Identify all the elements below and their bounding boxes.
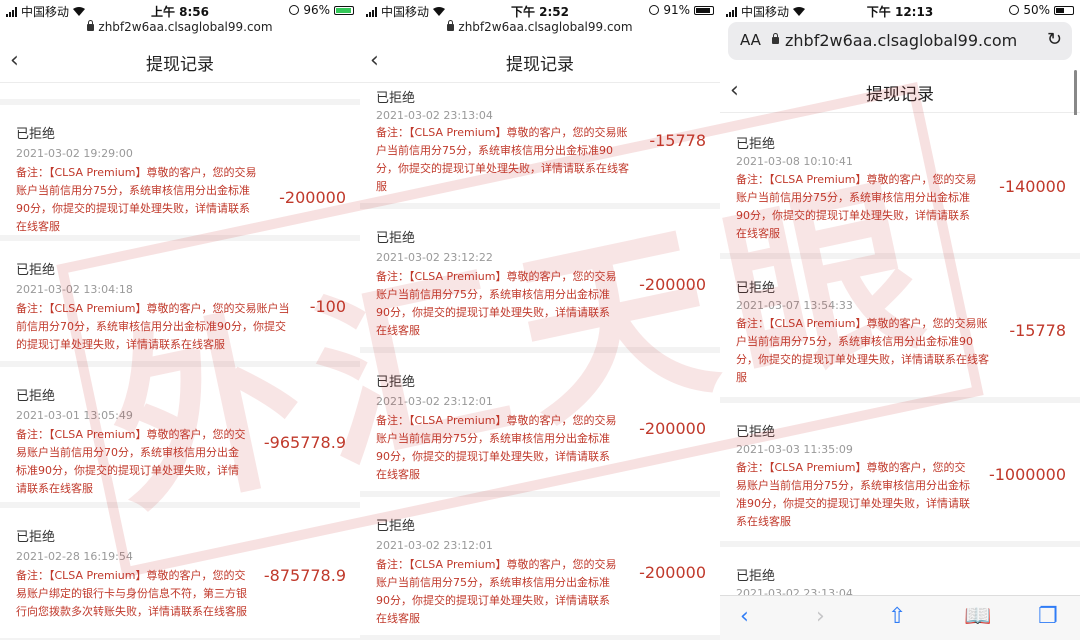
list-item[interactable]: 已拒绝 2021-03-02 23:12:01 备注：【CLSA Premium… (360, 353, 720, 497)
record-status: 已拒绝 (376, 519, 416, 534)
page-title: 提现记录 (506, 55, 574, 75)
record-status: 已拒绝 (16, 263, 56, 278)
forward-arrow-icon[interactable]: › (816, 604, 825, 629)
page-title: 提现记录 (146, 55, 214, 75)
screenshot-panel-2: 中国移动 下午 2:52 91% zhbf2w6aa.clsaglobal99.… (360, 0, 720, 640)
battery-icon (334, 5, 354, 15)
record-status: 已拒绝 (376, 231, 416, 246)
share-icon[interactable]: ⇧ (888, 604, 906, 629)
record-amount: -140000 (999, 177, 1066, 196)
status-bar: 中国移动 上午 8:56 96% (0, 0, 360, 20)
record-date: 2021-03-08 10:10:41 (736, 155, 853, 168)
battery-percent: 96% (303, 3, 330, 17)
record-date: 2021-03-07 13:54:33 (736, 299, 853, 312)
safari-address-bar[interactable]: AA zhbf2w6aa.clsaglobal99.com ↻ (728, 22, 1072, 60)
page-title: 提现记录 (866, 85, 934, 105)
list-item-partial (0, 83, 360, 105)
battery-percent: 50% (1023, 3, 1050, 17)
reload-icon[interactable]: ↻ (1047, 29, 1062, 50)
list-item[interactable]: 已拒绝 2021-03-02 23:12:22 备注：【CLSA Premium… (360, 209, 720, 353)
list-item[interactable]: 已拒绝 2021-03-02 13:04:18 备注：【CLSA Premium… (0, 241, 360, 367)
alarm-icon (1009, 5, 1020, 15)
record-status: 已拒绝 (16, 389, 56, 404)
record-amount: -875778.9 (263, 566, 346, 585)
safari-toolbar: ‹ › ⇧ 📖 ❐ (720, 595, 1080, 640)
record-amount: -200000 (639, 563, 706, 582)
withdrawal-list[interactable]: 已拒绝 2021-03-02 19:29:00 备注：【CLSA Premium… (0, 83, 360, 640)
record-note: 备注：【CLSA Premium】尊敬的客户，您的交易账户当前信用分75分，系统… (16, 166, 257, 233)
lock-icon (87, 19, 95, 31)
record-amount: -200000 (639, 275, 706, 294)
list-item[interactable]: 已拒绝 2021-02-28 16:19:54 备注：【CLSA Premium… (0, 508, 360, 640)
lock-icon (772, 33, 779, 44)
record-date: 2021-03-02 23:13:04 (376, 109, 493, 122)
nav-bar: ‹ 提现记录 (360, 38, 720, 83)
battery-icon (694, 5, 714, 15)
url-text: zhbf2w6aa.clsaglobal99.com (458, 20, 633, 34)
record-status: 已拒绝 (736, 137, 776, 152)
record-note: 备注：【CLSA Premium】尊敬的客户，您的交易账户当前信用分75分，系统… (376, 414, 617, 481)
list-item[interactable]: 已拒绝 2021-03-02 23:12:01 备注：【CLSA Premium… (360, 497, 720, 640)
url-text: zhbf2w6aa.clsaglobal99.com (785, 31, 1018, 50)
alarm-icon (289, 5, 300, 15)
record-date: 2021-03-03 11:35:09 (736, 443, 853, 456)
record-amount: -100 (309, 297, 346, 316)
record-amount: -200000 (639, 419, 706, 438)
record-note: 备注：【CLSA Premium】尊敬的客户，您的交易账户当前信用分70分，系统… (16, 302, 290, 351)
record-status: 已拒绝 (736, 281, 776, 296)
battery-icon (1054, 5, 1074, 15)
battery-percent: 91% (663, 3, 690, 17)
record-status: 已拒绝 (376, 91, 416, 106)
bookmarks-icon[interactable]: 📖 (964, 604, 991, 629)
record-date: 2021-03-02 13:04:18 (16, 283, 133, 296)
record-date: 2021-03-02 23:12:01 (376, 395, 493, 408)
list-item[interactable]: 已拒绝 2021-03-01 13:05:49 备注：【CLSA Premium… (0, 367, 360, 508)
list-item[interactable]: 已拒绝 2021-03-07 13:54:33 备注：【CLSA Premium… (720, 259, 1080, 403)
record-amount: -200000 (279, 188, 346, 207)
list-item[interactable]: 已拒绝 2021-03-08 10:10:41 备注：【CLSA Premium… (720, 115, 1080, 259)
record-status: 已拒绝 (376, 375, 416, 390)
screenshot-panel-1: 中国移动 上午 8:56 96% zhbf2w6aa.clsaglobal99.… (0, 0, 360, 640)
url-text: zhbf2w6aa.clsaglobal99.com (98, 20, 273, 34)
record-date: 2021-03-01 13:05:49 (16, 409, 133, 422)
tabs-icon[interactable]: ❐ (1038, 604, 1058, 629)
list-item[interactable]: 已拒绝 2021-03-02 23:13:04 (720, 547, 1080, 596)
list-item[interactable]: 已拒绝 2021-03-02 23:13:04 备注：【CLSA Premium… (360, 83, 720, 209)
record-date: 2021-03-02 23:12:01 (376, 539, 493, 552)
record-note: 备注：【CLSA Premium】尊敬的客户，您的交易账户当前信用分75分，系统… (376, 558, 617, 625)
record-note: 备注：【CLSA Premium】尊敬的客户，您的交 易账户绑定的银行卡与身份信息… (16, 569, 247, 618)
status-bar: 中国移动 下午 12:13 50% (720, 0, 1080, 20)
record-status: 已拒绝 (16, 127, 56, 142)
record-status: 已拒绝 (16, 530, 56, 545)
status-bar: 中国移动 下午 2:52 91% (360, 0, 720, 20)
withdrawal-list[interactable]: 已拒绝 2021-03-02 23:13:04 备注：【CLSA Premium… (360, 83, 720, 640)
back-arrow-icon[interactable]: ‹ (740, 604, 749, 629)
record-date: 2021-03-02 19:29:00 (16, 147, 133, 160)
record-date: 2021-03-02 23:12:22 (376, 251, 493, 264)
list-item[interactable]: 已拒绝 2021-03-03 11:35:09 备注：【CLSA Premium… (720, 403, 1080, 547)
url-bar[interactable]: zhbf2w6aa.clsaglobal99.com (360, 18, 720, 36)
record-amount: -1000000 (988, 465, 1066, 484)
withdrawal-list[interactable]: 已拒绝 2021-03-08 10:10:41 备注：【CLSA Premium… (720, 115, 1080, 596)
record-note: 备注：【CLSA Premium】尊敬的客户，您的交易账户当前信用分75分，系统… (376, 126, 629, 193)
lock-icon (447, 19, 455, 31)
nav-bar: ‹ 提现记录 (0, 38, 360, 83)
record-note: 备注：【CLSA Premium】尊敬的客户，您的交易账户当前信用分70分，系统… (16, 428, 246, 495)
record-note: 备注：【CLSA Premium】尊敬的客户，您的交易账户当前信用分75分，系统… (736, 461, 970, 528)
nav-bar: ‹ 提现记录 (720, 68, 1080, 113)
screenshot-panel-3: 中国移动 下午 12:13 50% AA zhbf2w6aa.clsagloba… (720, 0, 1080, 640)
record-amount: -965778.9 (263, 433, 346, 452)
alarm-icon (649, 5, 660, 15)
record-amount: -15778 (1009, 321, 1066, 340)
record-status: 已拒绝 (736, 425, 776, 440)
record-status: 已拒绝 (736, 569, 776, 584)
record-note: 备注：【CLSA Premium】尊敬的客户，您的交易账户当前信用分75分，系统… (736, 317, 989, 384)
record-note: 备注：【CLSA Premium】尊敬的客户，您的交易账户当前信用分75分，系统… (376, 270, 617, 337)
list-item[interactable]: 已拒绝 2021-03-02 19:29:00 备注：【CLSA Premium… (0, 105, 360, 241)
url-bar[interactable]: zhbf2w6aa.clsaglobal99.com (0, 18, 360, 36)
record-amount: -15778 (649, 131, 706, 150)
record-note: 备注：【CLSA Premium】尊敬的客户，您的交易账户当前信用分75分，系统… (736, 173, 977, 240)
reader-aa-button[interactable]: AA (740, 31, 761, 49)
record-date: 2021-02-28 16:19:54 (16, 550, 133, 563)
